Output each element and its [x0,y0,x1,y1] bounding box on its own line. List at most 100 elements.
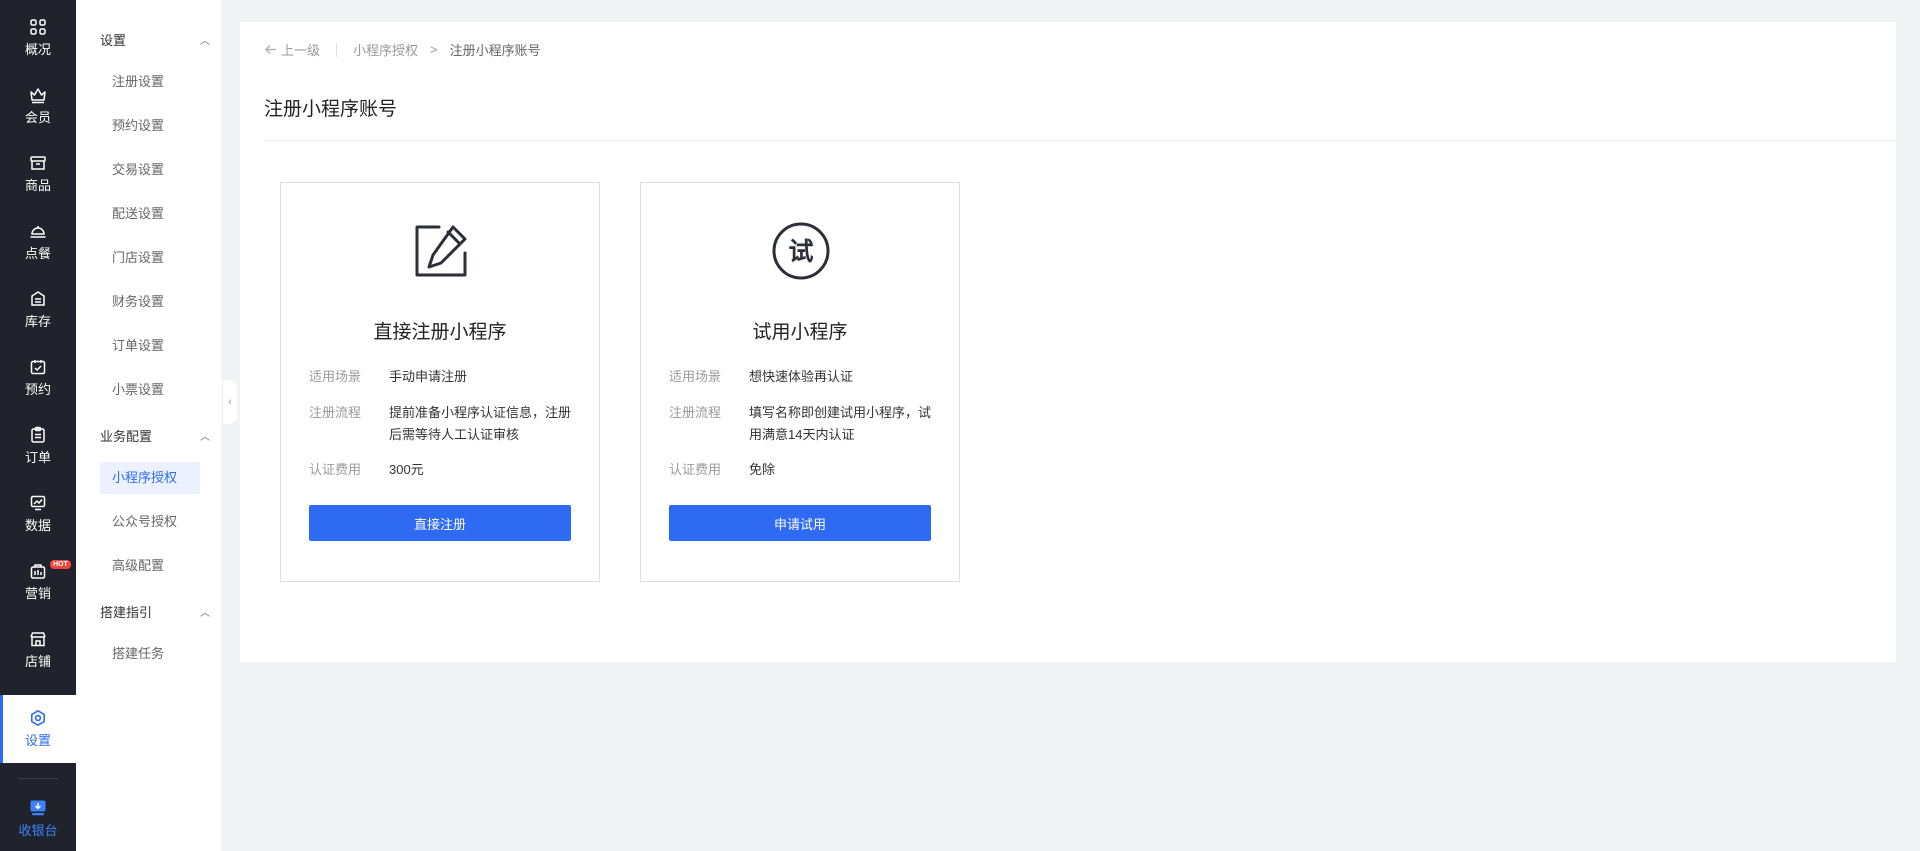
nav-divider [18,778,58,779]
trial-circle-icon: 试 [772,222,830,280]
crown-icon [30,88,46,104]
page-title: 注册小程序账号 [264,99,398,120]
nav-item-overview[interactable]: 概况 [0,4,76,72]
breadcrumb-separator: > [430,42,438,57]
row-value: 手动申请注册 [389,369,468,384]
row-key: 注册流程 [309,405,362,420]
card-row-scenario: 适用场景 手动申请注册 [309,366,575,388]
hot-badge: HOT [50,560,71,569]
sidebar-group-business[interactable]: 业务配置 ︿ [100,426,210,445]
sidebar-collapse-handle[interactable]: ‹ [223,380,237,424]
sidebar-item-booking-settings[interactable]: 预约设置 [100,110,200,142]
row-key: 注册流程 [669,405,722,420]
sidebar-group-label: 业务配置 [100,429,153,444]
nav-label: 点餐 [24,246,51,261]
sidebar-item-store-settings[interactable]: 门店设置 [100,242,200,274]
sidebar-group-guide[interactable]: 搭建指引 ︿ [100,602,210,621]
card-row-process: 注册流程 提前准备小程序认证信息，注册后需等待人工认证审核 [309,402,575,446]
apply-trial-button[interactable]: 申请试用 [669,505,931,541]
breadcrumb-parent[interactable]: 小程序授权 [353,40,418,59]
register-card-trial: 试 试用小程序 适用场景 想快速体验再认证 注册流程 填写名称即创建试用小程序，… [640,182,960,582]
register-card-direct: 直接注册小程序 适用场景 手动申请注册 注册流程 提前准备小程序认证信息，注册后… [280,182,600,582]
row-key: 认证费用 [669,462,722,477]
nav-item-data[interactable]: 数据 [0,480,76,548]
card-title: 直接注册小程序 [373,322,507,343]
breadcrumb: 上一级 小程序授权 > 注册小程序账号 [264,40,541,59]
nav-item-ordering[interactable]: 点餐 [0,208,76,276]
title-divider [264,140,1896,141]
sidebar-group-settings[interactable]: 设置 ︿ [100,30,210,49]
store-icon [30,632,46,647]
nav-label: 收银台 [18,823,58,838]
dish-icon [30,226,46,238]
row-key: 适用场景 [669,369,722,384]
row-value: 免除 [749,462,776,477]
arrow-left-icon [265,45,276,54]
nav-label: 订单 [24,450,51,465]
sidebar-item-finance-settings[interactable]: 财务设置 [100,286,200,318]
main-panel: 上一级 小程序授权 > 注册小程序账号 注册小程序账号 直接注册小程序 适用场景… [240,22,1896,662]
sidebar-item-setup-tasks[interactable]: 搭建任务 [100,638,200,670]
sidebar-item-trade-settings[interactable]: 交易设置 [100,154,200,186]
settings-icon [31,709,45,727]
nav-item-cashier[interactable]: 收银台 [0,785,76,851]
sidebar-item-official-account-auth[interactable]: 公众号授权 [100,506,200,538]
sidebar-item-advanced-config[interactable]: 高级配置 [100,550,200,582]
nav-label: 营销 [24,586,51,601]
clipboard-icon [31,426,45,443]
row-value: 300元 [389,462,424,477]
nav-item-store[interactable]: 店铺 [0,616,76,684]
card-row-fee: 认证费用 300元 [309,459,575,481]
nav-label: 概况 [24,42,51,57]
calendar-check-icon [30,360,46,375]
sidebar-group-label: 搭建指引 [100,605,153,620]
grid-icon [30,19,46,35]
nav-label: 商品 [24,178,51,193]
nav-item-inventory[interactable]: 库存 [0,276,76,344]
nav-label: 数据 [24,518,51,533]
card-row-process: 注册流程 填写名称即创建试用小程序，试用满意14天内认证 [669,402,935,446]
nav-item-orders[interactable]: 订单 [0,412,76,480]
nav-item-settings[interactable]: 设置 [0,695,76,763]
row-value: 提前准备小程序认证信息，注册后需等待人工认证审核 [389,405,572,442]
nav-label: 库存 [24,314,51,329]
shop-box-icon [30,156,46,170]
sidebar-item-order-settings[interactable]: 订单设置 [100,330,200,362]
card-row-scenario: 适用场景 想快速体验再认证 [669,366,935,388]
row-value: 填写名称即创建试用小程序，试用满意14天内认证 [749,405,932,442]
nav-label: 会员 [24,110,51,125]
sidebar-item-miniprogram-auth[interactable]: 小程序授权 [100,462,200,494]
sidebar-item-register-settings[interactable]: 注册设置 [100,66,200,98]
nav-label: 设置 [24,733,51,748]
nav-label: 店铺 [24,654,51,669]
nav-item-goods[interactable]: 商品 [0,140,76,208]
main-nav: 概况 会员 商品 点餐 库存 预约 订单 数据 HOT 营销 店铺 设置 收银台 [0,0,76,851]
chevron-up-icon: ︿ [200,432,210,443]
marketing-icon [30,564,46,579]
card-row-fee: 认证费用 免除 [669,459,935,481]
chevron-left-icon: ‹ [228,396,232,408]
cashier-icon [30,800,46,816]
back-link-label: 上一级 [281,43,321,58]
settings-sidebar: 设置 ︿ 注册设置 预约设置 交易设置 配送设置 门店设置 财务设置 订单设置 … [76,0,223,851]
sidebar-group-label: 设置 [100,33,127,48]
edit-document-icon [415,225,467,277]
inventory-icon [31,291,45,306]
nav-item-marketing[interactable]: HOT 营销 [0,548,76,616]
sidebar-item-delivery-settings[interactable]: 配送设置 [100,198,200,230]
sidebar-item-receipt-settings[interactable]: 小票设置 [100,374,200,406]
trial-glyph: 试 [788,237,813,266]
breadcrumb-divider [336,42,338,57]
row-key: 适用场景 [309,369,362,384]
card-title: 试用小程序 [752,322,848,343]
nav-item-booking[interactable]: 预约 [0,344,76,412]
row-value: 想快速体验再认证 [749,369,854,384]
row-key: 认证费用 [309,462,362,477]
breadcrumb-current: 注册小程序账号 [449,43,541,58]
chevron-up-icon: ︿ [200,608,210,619]
nav-item-members[interactable]: 会员 [0,72,76,140]
direct-register-button[interactable]: 直接注册 [309,505,571,541]
chart-icon [30,495,46,511]
back-link[interactable]: 上一级 [264,40,320,59]
chevron-up-icon: ︿ [200,36,210,47]
